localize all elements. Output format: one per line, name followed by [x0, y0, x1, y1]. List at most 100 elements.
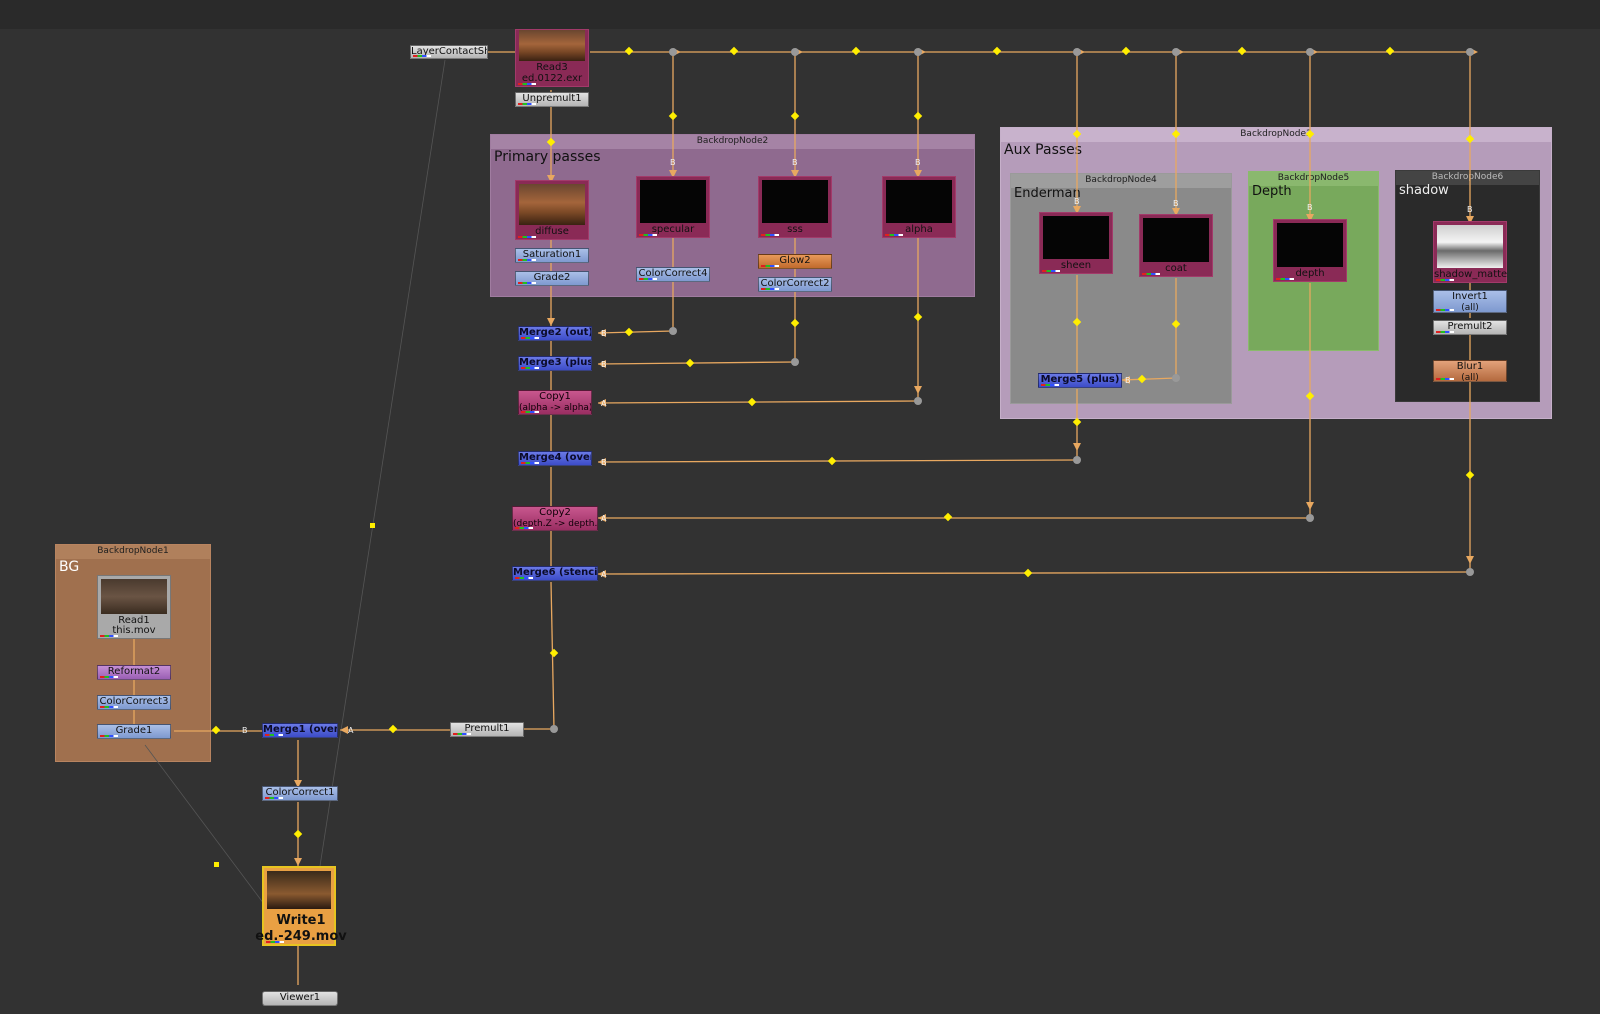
- node-read1[interactable]: Read1 this.mov: [97, 575, 171, 639]
- node-blur1[interactable]: Blur1 (all): [1433, 360, 1507, 382]
- node-diffuse[interactable]: diffuse: [515, 180, 589, 240]
- channel-indicator: [265, 734, 283, 736]
- channel-indicator: [885, 234, 903, 236]
- channel-indicator: [1276, 278, 1294, 280]
- thumbnail: [1437, 225, 1503, 268]
- channel-indicator: [518, 103, 536, 105]
- channel-indicator: [453, 733, 471, 735]
- channel-indicator: [521, 462, 539, 464]
- node-merge3[interactable]: Merge3 (plus): [518, 356, 592, 371]
- thumbnail: [762, 180, 828, 223]
- node-write1[interactable]: Write1 ed.-249.mov: [255, 866, 347, 946]
- channel-indicator: [518, 282, 536, 284]
- input-pin-b[interactable]: B: [1074, 197, 1080, 206]
- node-colorcorrect2[interactable]: ColorCorrect2: [758, 277, 832, 292]
- input-pin-b[interactable]: B: [601, 360, 607, 369]
- node-sublabel: (all): [1461, 303, 1479, 313]
- node-label: Invert1: [1452, 291, 1488, 302]
- thumbnail: [519, 184, 585, 225]
- channel-indicator: [761, 265, 779, 267]
- input-pin-b[interactable]: B: [1467, 205, 1473, 214]
- channel-indicator: [266, 941, 284, 943]
- thumbnail: [640, 180, 706, 223]
- node-copy1[interactable]: Copy1 (alpha -> alpha): [518, 390, 592, 415]
- channel-indicator: [521, 367, 539, 369]
- channel-indicator: [413, 55, 431, 57]
- node-coat[interactable]: coat: [1139, 214, 1213, 277]
- node-alpha[interactable]: alpha: [882, 176, 956, 238]
- node-label: Blur1: [1456, 361, 1484, 372]
- node-merge5[interactable]: Merge5 (plus): [1038, 373, 1122, 388]
- node-grade2[interactable]: Grade2: [515, 271, 589, 286]
- channel-indicator: [639, 278, 657, 280]
- input-pin-b[interactable]: B: [1307, 203, 1313, 212]
- node-viewer1[interactable]: Viewer1: [262, 991, 338, 1006]
- input-pin-b[interactable]: B: [670, 158, 676, 167]
- node-sss[interactable]: sss: [758, 176, 832, 238]
- input-pin-a[interactable]: A: [601, 399, 606, 408]
- node-merge2[interactable]: Merge2 (out): [518, 326, 592, 341]
- input-pin-a[interactable]: A: [601, 570, 606, 579]
- node-sheen[interactable]: sheen: [1039, 212, 1113, 274]
- input-pin-b[interactable]: B: [1125, 376, 1131, 385]
- channel-indicator: [639, 234, 657, 236]
- node-colorcorrect1[interactable]: ColorCorrect1: [262, 786, 338, 801]
- thumbnail: [1043, 216, 1109, 259]
- node-premult2[interactable]: Premult2: [1433, 320, 1507, 335]
- node-layercontactsheet1[interactable]: LayerContactSheet1: [410, 45, 488, 59]
- channel-indicator: [1436, 331, 1454, 333]
- thumbnail: [1277, 223, 1343, 267]
- channel-indicator: [518, 83, 536, 85]
- channel-indicator: [100, 635, 118, 637]
- node-graph-wires: [133, 46, 1478, 985]
- node-label: Viewer1: [279, 992, 321, 1003]
- thumbnail: [267, 871, 331, 909]
- input-pin-b[interactable]: B: [1173, 199, 1179, 208]
- input-pin-b[interactable]: B: [601, 329, 607, 338]
- channel-indicator: [1436, 309, 1454, 311]
- channel-indicator: [515, 527, 533, 529]
- node-merge1[interactable]: Merge1 (over): [262, 723, 338, 738]
- node-colorcorrect3[interactable]: ColorCorrect3: [97, 695, 171, 710]
- node-shadow-matte[interactable]: shadow_matte: [1433, 221, 1507, 283]
- node-label: Copy2: [539, 507, 571, 518]
- input-pin-b[interactable]: B: [792, 158, 798, 167]
- node-label: Copy1: [539, 391, 571, 402]
- node-glow2[interactable]: Glow2: [758, 254, 832, 269]
- channel-indicator: [761, 288, 779, 290]
- node-depth[interactable]: depth: [1273, 219, 1347, 282]
- input-pin-b[interactable]: B: [915, 158, 921, 167]
- node-unpremult1[interactable]: Unpremult1: [515, 92, 589, 107]
- node-grade1[interactable]: Grade1: [97, 724, 171, 739]
- channel-indicator: [1142, 273, 1160, 275]
- channel-indicator: [761, 234, 779, 236]
- node-merge6[interactable]: Merge6 (stencil): [512, 566, 598, 581]
- channel-indicator: [515, 577, 533, 579]
- node-copy2[interactable]: Copy2 (depth.Z -> depth.Z): [512, 506, 598, 531]
- channel-indicator: [265, 797, 283, 799]
- channel-indicator: [100, 735, 118, 737]
- node-colorcorrect4[interactable]: ColorCorrect4: [636, 267, 710, 282]
- input-pin-b[interactable]: B: [601, 458, 607, 467]
- node-saturation1[interactable]: Saturation1: [515, 248, 589, 263]
- channel-indicator: [100, 676, 118, 678]
- input-pin-a[interactable]: A: [348, 726, 353, 735]
- channel-indicator: [1041, 384, 1059, 386]
- input-pin-b[interactable]: B: [242, 726, 248, 735]
- thumbnail: [1143, 218, 1209, 262]
- input-pin-a[interactable]: A: [601, 514, 606, 523]
- channel-indicator: [521, 337, 539, 339]
- node-read3[interactable]: Read3 ed.0122.exr: [515, 29, 589, 87]
- node-merge4[interactable]: Merge4 (over): [518, 451, 592, 466]
- node-specular[interactable]: specular: [636, 176, 710, 238]
- channel-indicator: [521, 411, 539, 413]
- thumbnail: [886, 180, 952, 223]
- channel-indicator: [1436, 279, 1454, 281]
- thumbnail: [519, 30, 585, 61]
- node-reformat2[interactable]: Reformat2: [97, 665, 171, 680]
- node-premult1[interactable]: Premult1: [450, 722, 524, 737]
- node-invert1[interactable]: Invert1 (all): [1433, 290, 1507, 313]
- channel-indicator: [100, 706, 118, 708]
- thumbnail: [101, 579, 167, 614]
- channel-indicator: [1436, 378, 1454, 380]
